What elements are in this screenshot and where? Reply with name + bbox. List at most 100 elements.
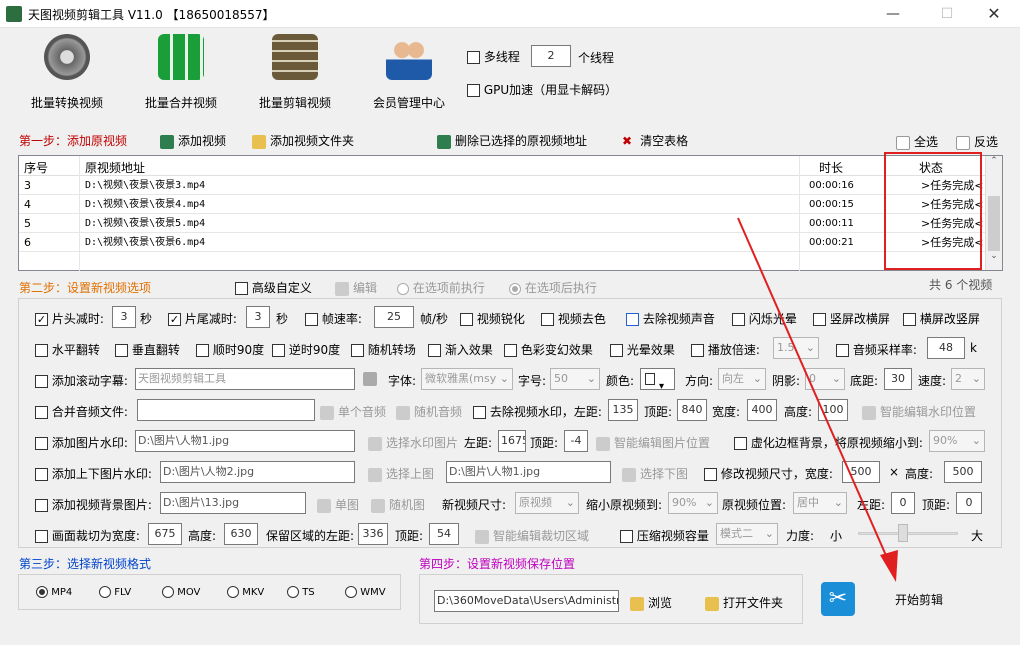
choose-watermark-button[interactable]: 选择水印图片 bbox=[368, 434, 458, 451]
browse-button[interactable]: 浏览 bbox=[630, 594, 672, 611]
document-icon bbox=[956, 135, 970, 150]
invert-select-button[interactable]: 反选 bbox=[956, 133, 998, 150]
color-change-checkbox[interactable]: 色彩变幻效果 bbox=[504, 341, 593, 358]
choose-up-button[interactable]: 选择上图 bbox=[368, 465, 434, 482]
random-transition-checkbox[interactable]: 随机转场 bbox=[351, 341, 416, 358]
fade-in-checkbox[interactable]: 渐入效果 bbox=[428, 341, 493, 358]
crop-checkbox[interactable]: 画面裁切为宽度: bbox=[35, 527, 140, 544]
minimize-icon[interactable]: — bbox=[878, 2, 908, 26]
mute-checkbox[interactable]: 去除视频声音 bbox=[626, 310, 715, 327]
compress-checkbox[interactable]: 压缩视频容量 bbox=[620, 527, 709, 544]
close-icon[interactable]: ✕ bbox=[979, 2, 1009, 26]
ccw90-checkbox[interactable]: 逆时90度 bbox=[272, 341, 340, 358]
color-picker[interactable]: ▾ bbox=[640, 368, 675, 392]
before-radio[interactable]: 在选项前执行 bbox=[397, 279, 485, 296]
batch-edit-button[interactable]: 批量剪辑视频 bbox=[240, 34, 350, 114]
crop-top-input[interactable]: 54 bbox=[429, 523, 459, 545]
table-row[interactable]: 3 D:\视频\夜景\夜景3.mp4 00:00:16 >任务完成< bbox=[19, 176, 1002, 195]
choose-down-button[interactable]: 选择下图 bbox=[622, 465, 688, 482]
sample-rate-input[interactable]: 48 bbox=[927, 337, 965, 359]
image-watermark-checkbox[interactable]: 添加图片水印: bbox=[35, 434, 128, 451]
multithread-checkbox[interactable]: 多线程 bbox=[467, 48, 520, 65]
format-ts-radio[interactable]: TS bbox=[287, 586, 315, 598]
select-all-button[interactable]: 全选 bbox=[896, 133, 938, 150]
start-edit-button[interactable]: 开始剪辑 bbox=[895, 591, 943, 608]
batch-convert-button[interactable]: 批量转换视频 bbox=[12, 34, 122, 114]
blur-scale-select[interactable]: 90% bbox=[929, 430, 985, 452]
tail-cut-input[interactable]: 3 bbox=[246, 306, 270, 328]
random-image-button[interactable]: 随机图 bbox=[371, 496, 425, 513]
img-top-input[interactable]: -4 bbox=[564, 430, 588, 452]
h2v-checkbox[interactable]: 横屏改竖屏 bbox=[903, 310, 980, 327]
format-mov-radio[interactable]: MOV bbox=[162, 586, 200, 598]
scroll-speed-select[interactable]: 2 bbox=[951, 368, 985, 390]
single-image-button[interactable]: 单图 bbox=[317, 496, 359, 513]
bg-image-checkbox[interactable]: 添加视频背景图片: bbox=[35, 496, 152, 513]
fps-checkbox[interactable]: 帧速率: bbox=[305, 310, 362, 327]
music-icon bbox=[396, 405, 410, 420]
format-flv-radio[interactable]: FLV bbox=[99, 586, 131, 598]
batch-merge-button[interactable]: 批量合并视频 bbox=[126, 34, 236, 114]
smart-crop-button[interactable]: 智能编辑裁切区域 bbox=[475, 527, 589, 544]
down-image-input[interactable]: D:\图片\人物1.jpg bbox=[446, 461, 611, 483]
up-image-input[interactable]: D:\图片\人物2.jpg bbox=[160, 461, 355, 483]
new-size-select[interactable]: 原视频 bbox=[515, 492, 579, 514]
thread-count-input[interactable]: 2 bbox=[531, 45, 571, 67]
image-icon bbox=[317, 498, 331, 513]
crop-height-input[interactable]: 630 bbox=[224, 523, 258, 545]
decolor-checkbox[interactable]: 视频去色 bbox=[541, 310, 606, 327]
hflip-checkbox[interactable]: 水平翻转 bbox=[35, 341, 100, 358]
tail-cut-checkbox[interactable]: 片尾减时: bbox=[168, 310, 237, 327]
watermark-image-input[interactable]: D:\图片\人物1.jpg bbox=[135, 430, 355, 452]
step4-title: 第四步：设置新视频保存位置 bbox=[419, 557, 576, 571]
add-folder-button[interactable]: 添加视频文件夹 bbox=[252, 132, 354, 149]
subtitle-input[interactable]: 天图视频剪辑工具 bbox=[135, 368, 355, 390]
vflip-checkbox[interactable]: 垂直翻转 bbox=[115, 341, 180, 358]
format-mkv-radio[interactable]: MKV bbox=[227, 586, 264, 598]
font-size-select[interactable]: 50 bbox=[550, 368, 600, 390]
img-left-input[interactable]: 1675 bbox=[498, 430, 526, 452]
format-wmv-radio[interactable]: WMV bbox=[345, 586, 386, 598]
single-audio-button[interactable]: 单个音频 bbox=[320, 403, 386, 420]
table-header: 序号 原视频地址 时长 状态 bbox=[19, 156, 1002, 271]
fps-input[interactable]: 25 bbox=[374, 306, 414, 328]
merge-grid-icon bbox=[158, 34, 204, 80]
add-video-button[interactable]: 添加视频 bbox=[160, 132, 226, 149]
gpu-checkbox[interactable]: GPU加速（用显卡解码） bbox=[467, 81, 617, 98]
after-radio[interactable]: 在选项后执行 bbox=[509, 279, 597, 296]
table-scrollbar[interactable]: ⌃ ⌄ bbox=[985, 156, 1002, 270]
format-mp4-radio[interactable]: MP4 bbox=[36, 586, 72, 598]
row-path: D:\视频\夜景\夜景4.mp4 bbox=[85, 199, 206, 210]
delete-selected-button[interactable]: 删除已选择的原视频地址 bbox=[437, 132, 587, 149]
open-folder-button[interactable]: 打开文件夹 bbox=[705, 594, 783, 611]
cw90-checkbox[interactable]: 顺时90度 bbox=[196, 341, 264, 358]
save-path-input[interactable]: D:\360MoveData\Users\Administr bbox=[434, 590, 619, 612]
audio-file-input[interactable] bbox=[137, 399, 315, 421]
step2-title: 第二步：设置新视频选项 bbox=[19, 281, 152, 295]
member-center-button[interactable]: 会员管理中心 bbox=[354, 34, 464, 114]
scroll-subtitle-checkbox[interactable]: 添加滚动字幕: bbox=[35, 372, 128, 389]
shrink-select[interactable]: 90% bbox=[668, 492, 718, 514]
sharpen-checkbox[interactable]: 视频锐化 bbox=[460, 310, 525, 327]
crop-width-input[interactable]: 675 bbox=[148, 523, 182, 545]
maximize-icon[interactable]: ☐ bbox=[932, 2, 962, 26]
bg-top-input[interactable]: 0 bbox=[956, 492, 982, 514]
clear-table-button[interactable]: ✖ 清空表格 bbox=[622, 132, 688, 149]
subtitle-edit-icon[interactable] bbox=[363, 372, 377, 386]
remove-watermark-checkbox[interactable]: 去除视频水印，左距: bbox=[473, 403, 602, 420]
updown-watermark-checkbox[interactable]: 添加上下图片水印: bbox=[35, 465, 152, 482]
wm-left-input[interactable]: 135 bbox=[608, 399, 638, 421]
bg-image-input[interactable]: D:\图片\13.jpg bbox=[160, 492, 306, 514]
halo-checkbox[interactable]: 光晕效果 bbox=[610, 341, 675, 358]
wm-top-input[interactable]: 840 bbox=[677, 399, 707, 421]
head-cut-input[interactable]: 3 bbox=[112, 306, 136, 328]
advanced-checkbox[interactable]: 高级自定义 bbox=[235, 279, 312, 296]
crop-left-input[interactable]: 336 bbox=[358, 523, 388, 545]
smart-image-pos-button[interactable]: 智能编辑图片位置 bbox=[596, 434, 710, 451]
merge-audio-checkbox[interactable]: 合并音频文件: bbox=[35, 403, 128, 420]
head-cut-checkbox[interactable]: 片头减时: bbox=[35, 310, 104, 327]
resize-height-input[interactable]: 500 bbox=[944, 461, 982, 483]
random-audio-button[interactable]: 随机音频 bbox=[396, 403, 462, 420]
edit-button[interactable]: 编辑 bbox=[335, 279, 377, 296]
font-select[interactable]: 微软雅黑(msy bbox=[421, 368, 513, 390]
